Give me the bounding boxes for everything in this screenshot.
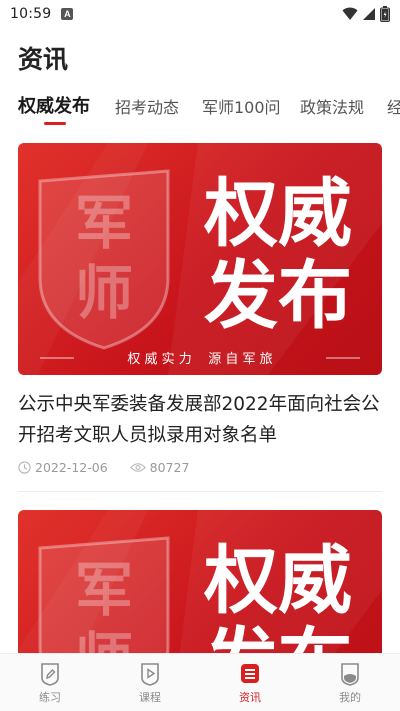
news-banner-image: 军 师 权威 发布 bbox=[18, 510, 382, 653]
shield-char-top: 军 bbox=[75, 189, 133, 257]
wifi-icon bbox=[342, 7, 358, 20]
shield-char-top: 军 bbox=[75, 556, 133, 624]
banner-headline-line2: 发布 bbox=[204, 620, 352, 653]
page-title: 资讯 bbox=[18, 45, 69, 74]
tab-more-partial[interactable]: 经 bbox=[387, 94, 400, 118]
news-date: 2022-12-06 bbox=[18, 460, 108, 475]
tab-authoritative-release[interactable]: 权威发布 bbox=[18, 92, 90, 118]
clock-icon bbox=[18, 461, 31, 474]
pencil-icon bbox=[41, 663, 59, 686]
status-time: 10:59 bbox=[10, 6, 52, 22]
nav-profile[interactable]: 我的 bbox=[300, 654, 400, 711]
status-icons bbox=[342, 6, 390, 22]
news-icon bbox=[241, 664, 259, 683]
category-tabs: 权威发布 招考动态 军师100问 政策法规 经 bbox=[0, 90, 400, 126]
banner-headline-line2: 发布 bbox=[204, 253, 352, 339]
news-views-count: 80727 bbox=[149, 460, 190, 475]
tab-100-questions[interactable]: 军师100问 bbox=[202, 94, 281, 118]
nav-practice-label: 练习 bbox=[39, 691, 61, 704]
nav-news[interactable]: 资讯 bbox=[200, 654, 300, 711]
banner-headline-line1: 权威 bbox=[203, 171, 352, 257]
nav-practice[interactable]: 练习 bbox=[0, 654, 100, 711]
nav-courses-label: 课程 bbox=[139, 691, 161, 704]
signal-icon bbox=[363, 8, 375, 20]
play-icon bbox=[141, 663, 159, 686]
bottom-navigation: 练习 课程 资讯 我的 bbox=[0, 653, 400, 711]
news-list[interactable]: 军 师 权威 发布 权 威 实 力 源 自 军 旅 公示中央军委装备发展部202… bbox=[0, 130, 400, 653]
shield-emblem: 军 师 bbox=[38, 536, 170, 653]
news-meta: 2022-12-06 80727 bbox=[18, 460, 382, 475]
news-date-text: 2022-12-06 bbox=[35, 460, 108, 475]
news-card[interactable]: 军 师 权威 发布 权 威 实 力 源 自 军 旅 公示中央军委装备发展部202… bbox=[18, 143, 382, 475]
shield-char-bottom: 师 bbox=[75, 626, 133, 653]
tab-policy-regulations[interactable]: 政策法规 bbox=[300, 94, 364, 118]
nav-news-label: 资讯 bbox=[239, 691, 261, 704]
news-card[interactable]: 军 师 权威 发布 bbox=[18, 510, 382, 653]
news-banner-image: 军 师 权威 发布 权 威 实 力 源 自 军 旅 bbox=[18, 143, 382, 375]
nav-courses[interactable]: 课程 bbox=[100, 654, 200, 711]
shield-emblem: 军 师 bbox=[38, 169, 170, 350]
shield-char-bottom: 师 bbox=[75, 259, 133, 327]
tab-exam-news[interactable]: 招考动态 bbox=[115, 94, 179, 118]
profile-icon bbox=[341, 663, 359, 686]
list-divider bbox=[18, 491, 382, 492]
active-tab-indicator bbox=[44, 122, 66, 125]
status-bar: 10:59 A bbox=[0, 0, 400, 28]
nav-profile-label: 我的 bbox=[339, 691, 361, 704]
battery-icon bbox=[380, 6, 390, 22]
news-views: 80727 bbox=[129, 460, 190, 475]
news-title[interactable]: 公示中央军委装备发展部2022年面向社会公开招考文职人员拟录用对象名单 bbox=[18, 389, 382, 451]
banner-headline-line1: 权威 bbox=[203, 538, 352, 624]
notification-icon: A bbox=[61, 8, 74, 20]
eye-icon bbox=[129, 463, 146, 472]
banner-slogan: 权 威 实 力 源 自 军 旅 bbox=[127, 351, 272, 367]
